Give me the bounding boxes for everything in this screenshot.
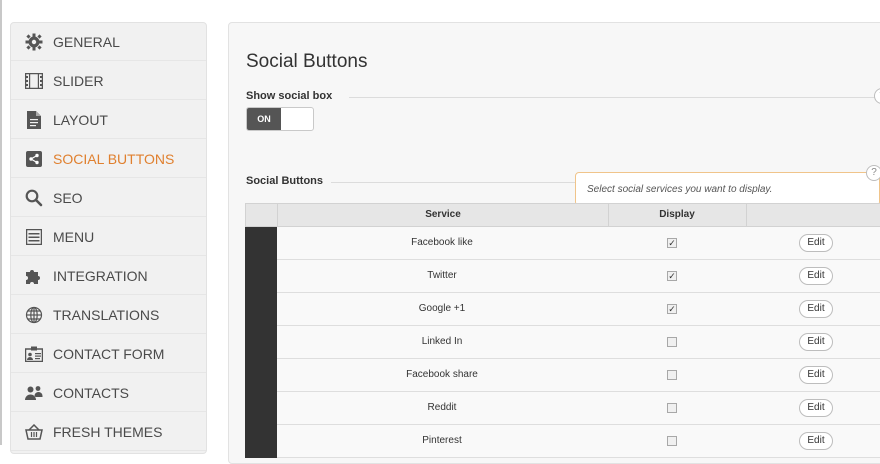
sidebar-item-seo[interactable]: SEO bbox=[11, 179, 206, 217]
display-checkbox[interactable] bbox=[667, 403, 677, 413]
display-checkbox[interactable]: ✓ bbox=[667, 271, 677, 281]
film-icon bbox=[25, 72, 43, 90]
service-name: Pinterest bbox=[422, 435, 462, 446]
edit-button[interactable]: Edit bbox=[799, 267, 833, 285]
sidebar-item-label: FRESH THEMES bbox=[53, 423, 163, 440]
sidebar-item-label: GENERAL bbox=[53, 33, 120, 50]
sidebar-item-fresh-themes[interactable]: FRESH THEMES bbox=[11, 413, 206, 451]
edit-button[interactable]: Edit bbox=[799, 399, 833, 417]
help-icon[interactable]: ? bbox=[866, 165, 880, 181]
drag-handle[interactable] bbox=[245, 227, 277, 260]
table-row: Google +1 ✓ Edit bbox=[245, 293, 880, 326]
edit-button[interactable]: Edit bbox=[799, 432, 833, 450]
table-row: Twitter ✓ Edit bbox=[245, 260, 880, 293]
service-name: Facebook like bbox=[411, 237, 473, 248]
contact-form-icon bbox=[25, 345, 43, 363]
sidebar-item-slider[interactable]: SLIDER bbox=[11, 62, 206, 100]
sidebar-item-general[interactable]: GENERAL bbox=[11, 23, 206, 61]
sidebar-item-social-buttons[interactable]: SOCIAL BUTTONS bbox=[11, 140, 206, 178]
edit-button[interactable]: Edit bbox=[799, 300, 833, 318]
service-name: Twitter bbox=[427, 270, 457, 281]
show-social-box-toggle[interactable]: ON bbox=[246, 107, 314, 131]
toggle-on-label: ON bbox=[247, 108, 281, 130]
document-icon bbox=[25, 110, 43, 129]
search-icon bbox=[25, 189, 43, 207]
basket-icon bbox=[25, 423, 43, 441]
table-row: Facebook share Edit bbox=[245, 359, 880, 392]
display-checkbox[interactable] bbox=[667, 370, 677, 380]
edit-button[interactable]: Edit bbox=[799, 234, 833, 252]
window-edge bbox=[0, 0, 2, 445]
column-header-display[interactable]: Display bbox=[608, 204, 746, 228]
service-name: Linked In bbox=[421, 336, 463, 347]
sidebar-item-label: SEO bbox=[53, 189, 83, 206]
users-icon bbox=[25, 384, 43, 402]
sidebar: GENERAL SLIDER LAYOUT SOCIAL BUTTONS SEO… bbox=[10, 22, 207, 454]
sidebar-item-label: CONTACTS bbox=[53, 384, 129, 401]
column-header-service[interactable]: Service bbox=[278, 204, 608, 228]
globe-icon bbox=[25, 306, 43, 324]
service-name: Google +1 bbox=[418, 303, 466, 314]
sidebar-item-integration[interactable]: INTEGRATION bbox=[11, 257, 206, 295]
drag-handle[interactable] bbox=[245, 293, 277, 326]
puzzle-icon bbox=[25, 267, 43, 285]
display-checkbox[interactable] bbox=[667, 337, 677, 347]
sidebar-item-label: SLIDER bbox=[53, 72, 104, 89]
drag-handle[interactable] bbox=[245, 425, 277, 458]
drag-handle[interactable] bbox=[245, 359, 277, 392]
edit-button[interactable]: Edit bbox=[799, 366, 833, 384]
sidebar-item-label: MENU bbox=[53, 228, 95, 245]
drag-handle[interactable] bbox=[245, 392, 277, 425]
table-row: Reddit Edit bbox=[245, 392, 880, 425]
help-icon[interactable]: ? bbox=[874, 88, 880, 104]
edit-button[interactable]: Edit bbox=[799, 333, 833, 351]
drag-handle[interactable] bbox=[245, 326, 277, 359]
sidebar-item-label: LAYOUT bbox=[53, 111, 108, 128]
menu-icon bbox=[25, 228, 43, 246]
section-divider bbox=[331, 182, 576, 183]
column-separator bbox=[746, 204, 747, 228]
sidebar-item-label: TRANSLATIONS bbox=[53, 306, 160, 323]
display-checkbox[interactable]: ✓ bbox=[667, 238, 677, 248]
social-buttons-section-label: Social Buttons bbox=[246, 175, 324, 187]
sidebar-item-label: INTEGRATION bbox=[53, 267, 148, 284]
section-divider bbox=[349, 97, 877, 98]
share-icon bbox=[25, 150, 43, 168]
page-title: Social Buttons bbox=[246, 51, 368, 72]
sidebar-item-contacts[interactable]: CONTACTS bbox=[11, 374, 206, 412]
drag-handle[interactable] bbox=[245, 260, 277, 293]
gear-icon bbox=[25, 33, 43, 51]
service-name: Reddit bbox=[427, 402, 457, 413]
sidebar-item-layout[interactable]: LAYOUT bbox=[11, 101, 206, 139]
display-checkbox[interactable]: ✓ bbox=[667, 304, 677, 314]
sidebar-item-contact-form[interactable]: CONTACT FORM bbox=[11, 335, 206, 373]
table-row: Facebook like ✓ Edit bbox=[245, 227, 880, 260]
table-row: Linked In Edit bbox=[245, 326, 880, 359]
sidebar-item-menu[interactable]: MENU bbox=[11, 218, 206, 256]
table-header: Service Display bbox=[245, 203, 880, 228]
service-name: Facebook share bbox=[406, 369, 478, 380]
table-row: Pinterest Edit bbox=[245, 425, 880, 458]
help-tooltip: Select social services you want to displ… bbox=[575, 172, 880, 206]
show-social-box-label: Show social box bbox=[246, 90, 333, 102]
sidebar-item-label: CONTACT FORM bbox=[53, 345, 165, 362]
sidebar-item-label: SOCIAL BUTTONS bbox=[53, 150, 175, 167]
sidebar-item-translations[interactable]: TRANSLATIONS bbox=[11, 296, 206, 334]
